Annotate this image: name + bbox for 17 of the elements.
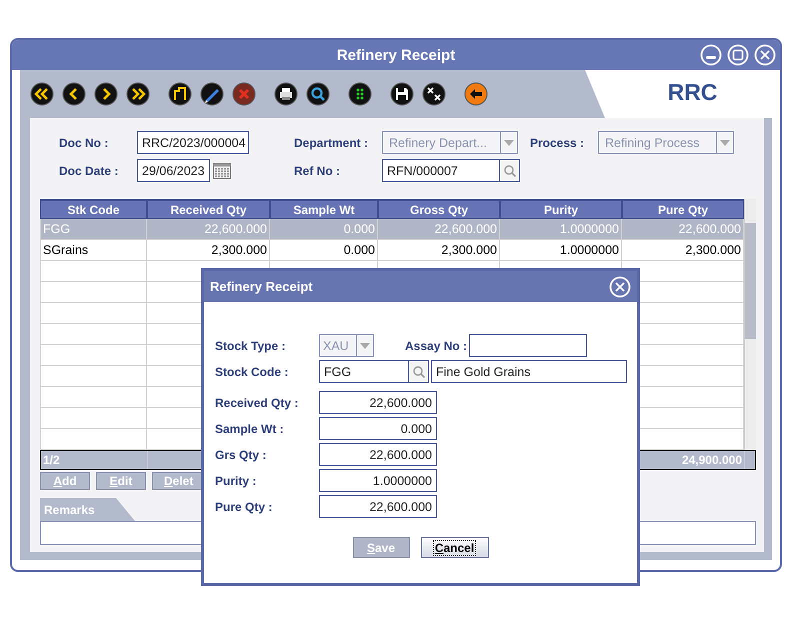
field-label: Received Qty : [215, 396, 300, 410]
field-label: Doc Date : [59, 164, 120, 178]
page-counter: 1/2 [41, 451, 148, 469]
field-label: Department : [294, 136, 370, 150]
dialog-title: Refinery Receipt [210, 279, 313, 294]
field-label: Process : [530, 136, 586, 150]
field-label: Doc No : [59, 136, 110, 150]
field-label: Stock Code : [215, 364, 290, 378]
window-title: Refinery Receipt [336, 46, 456, 64]
field-label: Pure Qty : [215, 500, 274, 514]
field-label: Stock Type : [215, 338, 286, 352]
field-label: Assay No : [405, 338, 468, 352]
field-label: Sample Wt : [215, 422, 285, 436]
form-code-label: RRC [666, 78, 718, 106]
field-label: Grs Qty : [215, 448, 268, 462]
field-label: Purity : [215, 474, 258, 488]
field-label: Ref No : [294, 164, 341, 178]
